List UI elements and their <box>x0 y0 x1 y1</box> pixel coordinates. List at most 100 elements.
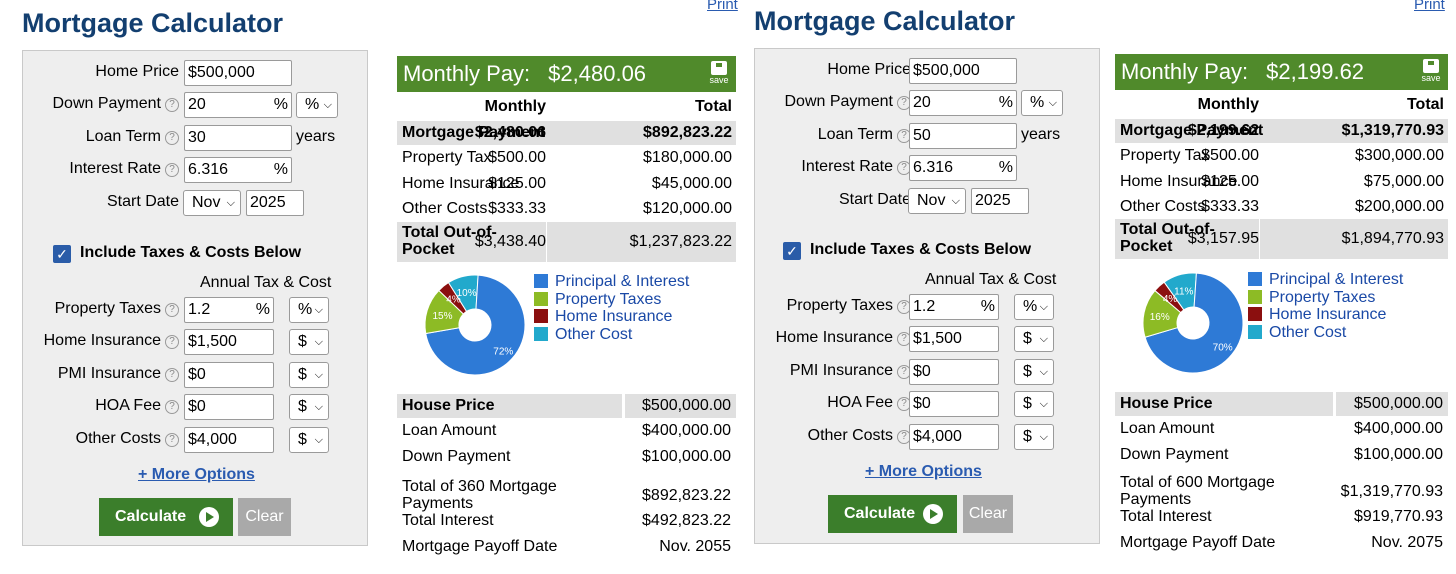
help-icon[interactable]: ? <box>165 335 179 349</box>
down-payment-input-value: 20 <box>913 94 931 111</box>
save-disk-icon[interactable]: save <box>1420 59 1442 85</box>
other-input[interactable]: $4,000 <box>184 427 274 453</box>
home-price-input[interactable]: $500,000 <box>909 58 1017 84</box>
monthly-pay-bar: Monthly Pay: $2,480.06 save <box>397 56 736 92</box>
home-price-input-value: $500,000 <box>913 62 980 79</box>
property-taxes-input[interactable]: 1.2% <box>184 297 274 323</box>
home-price-input[interactable]: $500,000 <box>184 60 292 86</box>
home-insurance-input[interactable]: $1,500 <box>184 329 274 355</box>
home_price-label-text: Home Price <box>95 63 179 80</box>
home-insurance-unit-select-value: $ <box>298 333 307 350</box>
help-icon[interactable]: ? <box>165 98 179 112</box>
pmi-unit-select[interactable]: $ ⌵ <box>289 362 329 388</box>
property-taxes-input-value: 1.2 <box>913 298 936 315</box>
legend-swatch <box>1248 324 1262 339</box>
save-disk-icon[interactable]: save <box>708 61 730 87</box>
property-taxes-unit-select[interactable]: % ⌵ <box>1014 294 1054 320</box>
home-insurance-input-value: $1,500 <box>188 333 237 350</box>
payment-row-total: $45,000.00 <box>651 174 732 192</box>
summary-label: Down Payment <box>1120 445 1229 463</box>
monthly-pay-label: Monthly Pay: <box>403 61 531 86</box>
property-taxes-input-unit: % <box>980 298 995 315</box>
loan_term-label: Loan Term? <box>86 128 179 146</box>
interest-rate-input[interactable]: 6.316% <box>909 155 1017 181</box>
clear-button[interactable]: Clear <box>963 495 1013 533</box>
chevron-down-icon: ⌵ <box>314 434 323 446</box>
help-icon[interactable]: ? <box>165 368 179 382</box>
down-payment-input[interactable]: 20% <box>184 92 292 118</box>
home-insurance-unit-select[interactable]: $ ⌵ <box>289 329 329 355</box>
print-link[interactable]: Print <box>1414 0 1445 13</box>
property-taxes-unit-select[interactable]: % ⌵ <box>289 297 329 323</box>
more-options-link[interactable]: + More Options <box>865 463 982 481</box>
home_insurance-label: Home Insurance? <box>776 329 911 347</box>
hoa-label: HOA Fee? <box>827 394 911 412</box>
hoa-label-text: HOA Fee <box>95 397 161 414</box>
start-year-input[interactable]: 2025 <box>971 188 1029 214</box>
hoa-unit-select[interactable]: $ ⌵ <box>1014 391 1054 417</box>
col-monthly-header: Monthly <box>1197 96 1259 113</box>
summary-value: $400,000.00 <box>642 422 731 440</box>
pmi-input[interactable]: $0 <box>184 362 274 388</box>
payment-row-monthly: $333.33 <box>1201 197 1259 215</box>
chevron-down-icon: ⌵ <box>1039 366 1048 378</box>
interest_rate-label: Interest Rate? <box>801 158 911 176</box>
down-payment-unit-select[interactable]: % ⌵ <box>296 92 338 118</box>
interest-rate-input[interactable]: 6.316% <box>184 157 292 183</box>
down-payment-unit-select-value: % <box>305 96 320 113</box>
hoa-input-value: $0 <box>913 395 931 412</box>
start-month-select[interactable]: Nov ⌵ <box>908 188 966 214</box>
home-insurance-unit-select[interactable]: $ ⌵ <box>1014 326 1054 352</box>
summary-value: $492,823.22 <box>642 512 731 530</box>
other-label-text: Other Costs <box>807 427 893 444</box>
home_price-label: Home Price <box>95 63 179 81</box>
help-icon[interactable]: ? <box>165 163 179 177</box>
legend-swatch <box>1248 289 1262 304</box>
summary-value: $500,000.00 <box>642 397 731 414</box>
more-options-link[interactable]: + More Options <box>138 466 255 484</box>
hoa-input[interactable]: $0 <box>184 394 274 420</box>
loan_term-label-text: Loan Term <box>817 126 893 143</box>
help-icon[interactable]: ? <box>165 433 179 447</box>
pie-slice-label: 4% <box>446 295 461 306</box>
home_insurance-label: Home Insurance? <box>44 332 179 350</box>
legend-swatch <box>534 291 548 306</box>
hoa-unit-select[interactable]: $ ⌵ <box>289 394 329 420</box>
down-payment-input[interactable]: 20% <box>909 90 1017 116</box>
calculate-button[interactable]: Calculate <box>99 498 233 536</box>
loan-term-input[interactable]: 30 <box>184 125 292 151</box>
monthly-pay-bar: Monthly Pay: $2,199.62 save <box>1115 54 1448 90</box>
checkbox-checked-icon[interactable]: ✓ <box>53 245 71 263</box>
chevron-down-icon: ⌵ <box>314 336 323 348</box>
home-insurance-input[interactable]: $1,500 <box>909 326 999 352</box>
summary-label: Mortgage Payoff Date <box>402 537 558 555</box>
property_taxes-label-text: Property Taxes <box>786 297 893 314</box>
down-payment-unit-select[interactable]: % ⌵ <box>1021 90 1063 116</box>
down-payment-unit-select-value: % <box>1030 94 1045 111</box>
help-icon[interactable]: ? <box>165 303 179 317</box>
legend-item: Home Insurance <box>534 308 689 326</box>
save-disk-shape <box>711 61 727 75</box>
divider <box>546 222 547 262</box>
checkbox-checked-icon[interactable]: ✓ <box>783 242 801 260</box>
start-month-select[interactable]: Nov ⌵ <box>183 190 241 216</box>
other-unit-select[interactable]: $ ⌵ <box>1014 424 1054 450</box>
calculate-button[interactable]: Calculate <box>828 495 957 533</box>
payment-row-total: $892,823.22 <box>643 124 732 141</box>
property-taxes-input[interactable]: 1.2% <box>909 294 999 320</box>
other-label: Other Costs? <box>808 427 911 445</box>
hoa-input[interactable]: $0 <box>909 391 999 417</box>
pmi-input[interactable]: $0 <box>909 359 999 385</box>
start-year-input[interactable]: 2025 <box>246 190 304 216</box>
help-icon[interactable]: ? <box>165 400 179 414</box>
loan-term-input[interactable]: 50 <box>909 123 1017 149</box>
other-unit-select[interactable]: $ ⌵ <box>289 427 329 453</box>
clear-button[interactable]: Clear <box>238 498 291 536</box>
payment-row-monthly: $3,157.95 <box>1187 230 1259 247</box>
monthly-pay-label: Monthly Pay: <box>1121 59 1249 84</box>
down_payment-label: Down Payment? <box>785 93 911 111</box>
other-input[interactable]: $4,000 <box>909 424 999 450</box>
help-icon[interactable]: ? <box>165 131 179 145</box>
property-taxes-input-unit: % <box>255 301 270 318</box>
pmi-unit-select[interactable]: $ ⌵ <box>1014 359 1054 385</box>
